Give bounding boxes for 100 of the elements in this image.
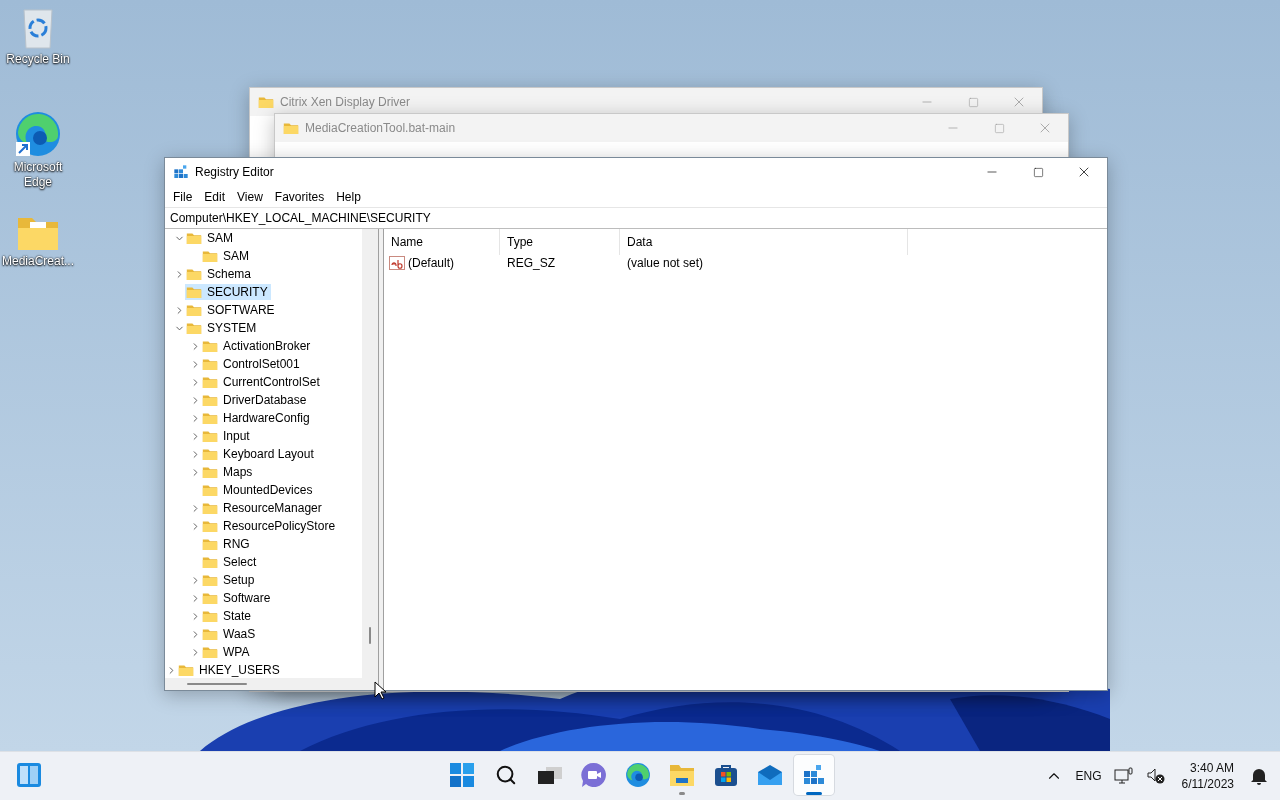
folder-icon — [202, 339, 218, 353]
folder-icon — [202, 483, 218, 497]
tree-item-highlight[interactable]: Schema — [185, 266, 255, 282]
folder-icon — [178, 663, 194, 677]
tree-item-highlight[interactable]: MountedDevices — [201, 482, 316, 498]
menu-item[interactable]: View — [231, 187, 269, 206]
tree-item[interactable]: Input — [223, 429, 250, 443]
folder-icon — [202, 375, 218, 389]
network-icon[interactable] — [1113, 767, 1134, 785]
folder-icon — [202, 591, 218, 605]
clock[interactable]: 3:40 AM 6/11/2023 — [1177, 760, 1238, 792]
language-indicator[interactable]: ENG — [1075, 769, 1102, 783]
menu-item[interactable]: Help — [330, 187, 367, 206]
tree-item[interactable]: Setup — [223, 573, 255, 587]
folder-icon — [202, 501, 218, 515]
edge-icon — [14, 110, 62, 158]
tree-item[interactable]: ControlSet001 — [223, 357, 300, 371]
tree-item[interactable]: RNG — [223, 537, 250, 551]
tree-item[interactable]: MountedDevices — [223, 483, 313, 497]
window-title: Registry Editor — [195, 165, 275, 179]
tree-item-highlight[interactable]: SECURITY — [185, 284, 271, 300]
tree-item-highlight[interactable]: ActivationBroker — [201, 338, 314, 354]
tree-item[interactable]: SOFTWARE — [207, 303, 275, 317]
tree-item-highlight[interactable]: Setup — [201, 572, 258, 588]
tree-item[interactable]: WPA — [223, 645, 250, 659]
windows-logo-icon — [450, 763, 474, 787]
tree-item[interactable]: SYSTEM — [207, 321, 257, 335]
tree-item[interactable]: Software — [223, 591, 271, 605]
folder-icon — [202, 429, 218, 443]
tree-item[interactable]: Maps — [223, 465, 253, 479]
folder-icon — [202, 555, 218, 569]
window-title: MediaCreationTool.bat-main — [305, 121, 457, 135]
tree-item[interactable]: HardwareConfig — [223, 411, 310, 425]
recycle-bin-icon — [20, 6, 56, 50]
tree-item-highlight[interactable]: ResourcePolicyStore — [201, 518, 339, 534]
folder-icon — [202, 519, 218, 533]
address-field[interactable]: Computer\HKEY_LOCAL_MACHINE\SECURITY — [165, 207, 1107, 229]
tree-item-highlight[interactable]: Input — [201, 428, 253, 444]
tree-item[interactable]: ActivationBroker — [223, 339, 311, 353]
table-cell: (value not set) — [627, 256, 704, 270]
maximize-icon — [993, 122, 1005, 134]
column-header[interactable]: Data — [620, 229, 908, 255]
folder-icon — [186, 231, 202, 245]
tree-item-highlight[interactable]: RNG — [201, 536, 253, 552]
folder-icon — [258, 95, 274, 109]
notification-bell-icon[interactable] — [1250, 766, 1268, 786]
menu-item[interactable]: Favorites — [268, 187, 331, 206]
column-header[interactable]: Name — [384, 229, 500, 255]
tree-item[interactable]: SAM — [223, 249, 249, 263]
tree-item[interactable]: HKEY_USERS — [199, 663, 280, 677]
tree-item[interactable]: WaaS — [223, 627, 256, 641]
tree-item[interactable]: ResourceManager — [223, 501, 322, 515]
tree-item[interactable]: Schema — [207, 267, 252, 281]
tree-item-highlight[interactable]: Software — [201, 590, 274, 606]
tree-item-highlight[interactable]: ControlSet001 — [201, 356, 303, 372]
folder-icon — [202, 627, 218, 641]
folder-icon — [202, 411, 218, 425]
search-icon — [495, 764, 517, 786]
tree-item[interactable]: SECURITY — [207, 285, 268, 299]
tree-item-highlight[interactable]: ResourceManager — [201, 500, 325, 516]
tree-item[interactable]: DriverDatabase — [223, 393, 307, 407]
maximize-icon — [1032, 166, 1044, 178]
tree-item-highlight[interactable]: Select — [201, 554, 260, 570]
volume-muted-icon[interactable] — [1145, 767, 1166, 785]
folder-icon — [202, 465, 218, 479]
scrollbar-thumb[interactable] — [187, 683, 247, 685]
tree-item[interactable]: SAM — [207, 231, 233, 245]
tree-item-highlight[interactable]: WaaS — [201, 626, 259, 642]
tree-item-highlight[interactable]: State — [201, 608, 255, 624]
tree-item-highlight[interactable]: CurrentControlSet — [201, 374, 323, 390]
task-view-icon — [538, 765, 562, 785]
scrollbar-thumb[interactable] — [369, 627, 371, 644]
date-text: 6/11/2023 — [1181, 776, 1234, 792]
tree-item-highlight[interactable]: Keyboard Layout — [201, 446, 317, 462]
tree-item-highlight[interactable]: SYSTEM — [185, 320, 260, 336]
folder-icon — [186, 321, 202, 335]
tree-item[interactable]: CurrentControlSet — [223, 375, 320, 389]
tree-item[interactable]: Keyboard Layout — [223, 447, 314, 461]
column-header[interactable]: Type — [500, 229, 620, 255]
tree-item-highlight[interactable]: HardwareConfig — [201, 410, 313, 426]
tree-item-highlight[interactable]: HKEY_USERS — [177, 662, 283, 678]
tree-item-highlight[interactable]: DriverDatabase — [201, 392, 310, 408]
menu-item[interactable]: Edit — [198, 187, 232, 206]
mail-icon — [757, 764, 783, 786]
table-cell: (Default) — [408, 256, 454, 270]
folder-icon — [186, 267, 202, 281]
tree-item[interactable]: ResourcePolicyStore — [223, 519, 336, 533]
tree-item-highlight[interactable]: SAM — [185, 230, 236, 246]
string-value-icon — [389, 255, 405, 271]
tree-item[interactable]: Select — [223, 555, 257, 569]
tree-item-highlight[interactable]: WPA — [201, 644, 253, 660]
folder-icon — [202, 357, 218, 371]
tree-item-highlight[interactable]: SAM — [201, 248, 252, 264]
tree-item-highlight[interactable]: SOFTWARE — [185, 302, 278, 318]
folder-icon — [202, 447, 218, 461]
menu-item[interactable]: File — [167, 187, 199, 206]
tree-item[interactable]: State — [223, 609, 252, 623]
store-bag-icon — [714, 763, 738, 787]
tree-item-highlight[interactable]: Maps — [201, 464, 256, 480]
folder-icon — [202, 537, 218, 551]
